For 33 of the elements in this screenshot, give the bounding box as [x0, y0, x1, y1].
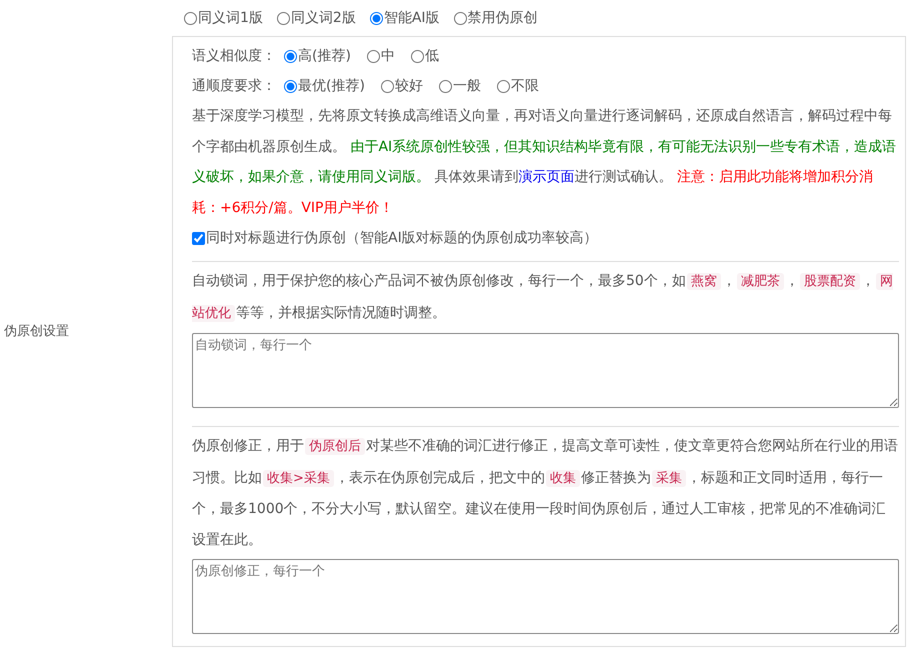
radio-button[interactable] — [410, 50, 424, 62]
settings-label: 伪原创设置 — [4, 323, 69, 340]
option-label: 智能AI版 — [384, 9, 440, 27]
radio-button[interactable] — [496, 80, 510, 92]
radio-button[interactable] — [366, 50, 380, 62]
field-label: 语义相似度： — [192, 47, 276, 65]
option-label: 高(推荐) — [298, 47, 351, 65]
radio-button[interactable] — [438, 80, 452, 92]
option-label: 一般 — [452, 77, 481, 95]
radio-button[interactable] — [184, 12, 197, 24]
option-label: 低 — [424, 47, 439, 65]
option-label: 不限 — [510, 77, 539, 95]
radio-button[interactable] — [284, 80, 297, 92]
radio-button[interactable] — [370, 12, 383, 24]
description-text: 伪原创修正，用于 伪原创后 对某些不准确的词汇进行修正，提高文章可读性，使文章更符合您网站所在行业的用语习惯。比如 收集>采集 ，表示在伪原创完成后，把文中的 收集 修正替换为 采集 ，标题和正文同时适用，每行一个，最多1000个，不分大小写，默认留空。建议在使用一段时间伪原创后，通过人工审核，把常见的不准确词汇设置在此。 — [192, 437, 899, 550]
radio-button[interactable] — [380, 80, 394, 92]
demo-link[interactable]: 演示页面 — [518, 169, 574, 185]
lock-words-field[interactable]: 自动锁词，每行一个 — [192, 333, 899, 408]
radio-button[interactable] — [454, 12, 467, 24]
correction-field[interactable]: 伪原创修正，每行一个 — [192, 559, 899, 634]
option-label: 同义词2版 — [290, 9, 356, 27]
option-label: 中 — [380, 47, 395, 65]
option-label: 禁用伪原创 — [468, 9, 538, 27]
checkbox[interactable] — [192, 232, 205, 244]
radio-button[interactable] — [276, 12, 290, 24]
field-label: 通顺度要求： — [192, 77, 276, 95]
option-label: 最优(推荐) — [298, 77, 365, 95]
radio-button[interactable] — [284, 50, 297, 62]
description-text: 自动锁词，用于保护您的核心产品词不被伪原创修改，每行一个，最多50个，如 燕窝 ， 减肥茶 ， 股票配资 ， 网站优化 等等，并根据实际情况随时调整。 — [192, 272, 894, 324]
option-label: 较好 — [394, 77, 423, 95]
description-text: 基于深度学习模型，先将原文转换成高维语义向量，再对语义向量进行逐词解码，还原成自然语言，解码过程中每个字都由机器原创生成。 由于AI系统原创性较强，但其知识结构毕竟有限，有可能无法识别一些专有术语，造成语义破坏，如果介意，请使用同义词版。 具体效果请到演示页面进行测试确认。 注意：启用此功能将增加积分消耗：+6积分/篇。VIP用户半价！ — [192, 107, 898, 218]
option-label: 同义词1版 — [198, 9, 263, 27]
checkbox-label: 同时对标题进行伪原创（智能AI版对标题的伪原创成功率较高） — [206, 229, 598, 247]
